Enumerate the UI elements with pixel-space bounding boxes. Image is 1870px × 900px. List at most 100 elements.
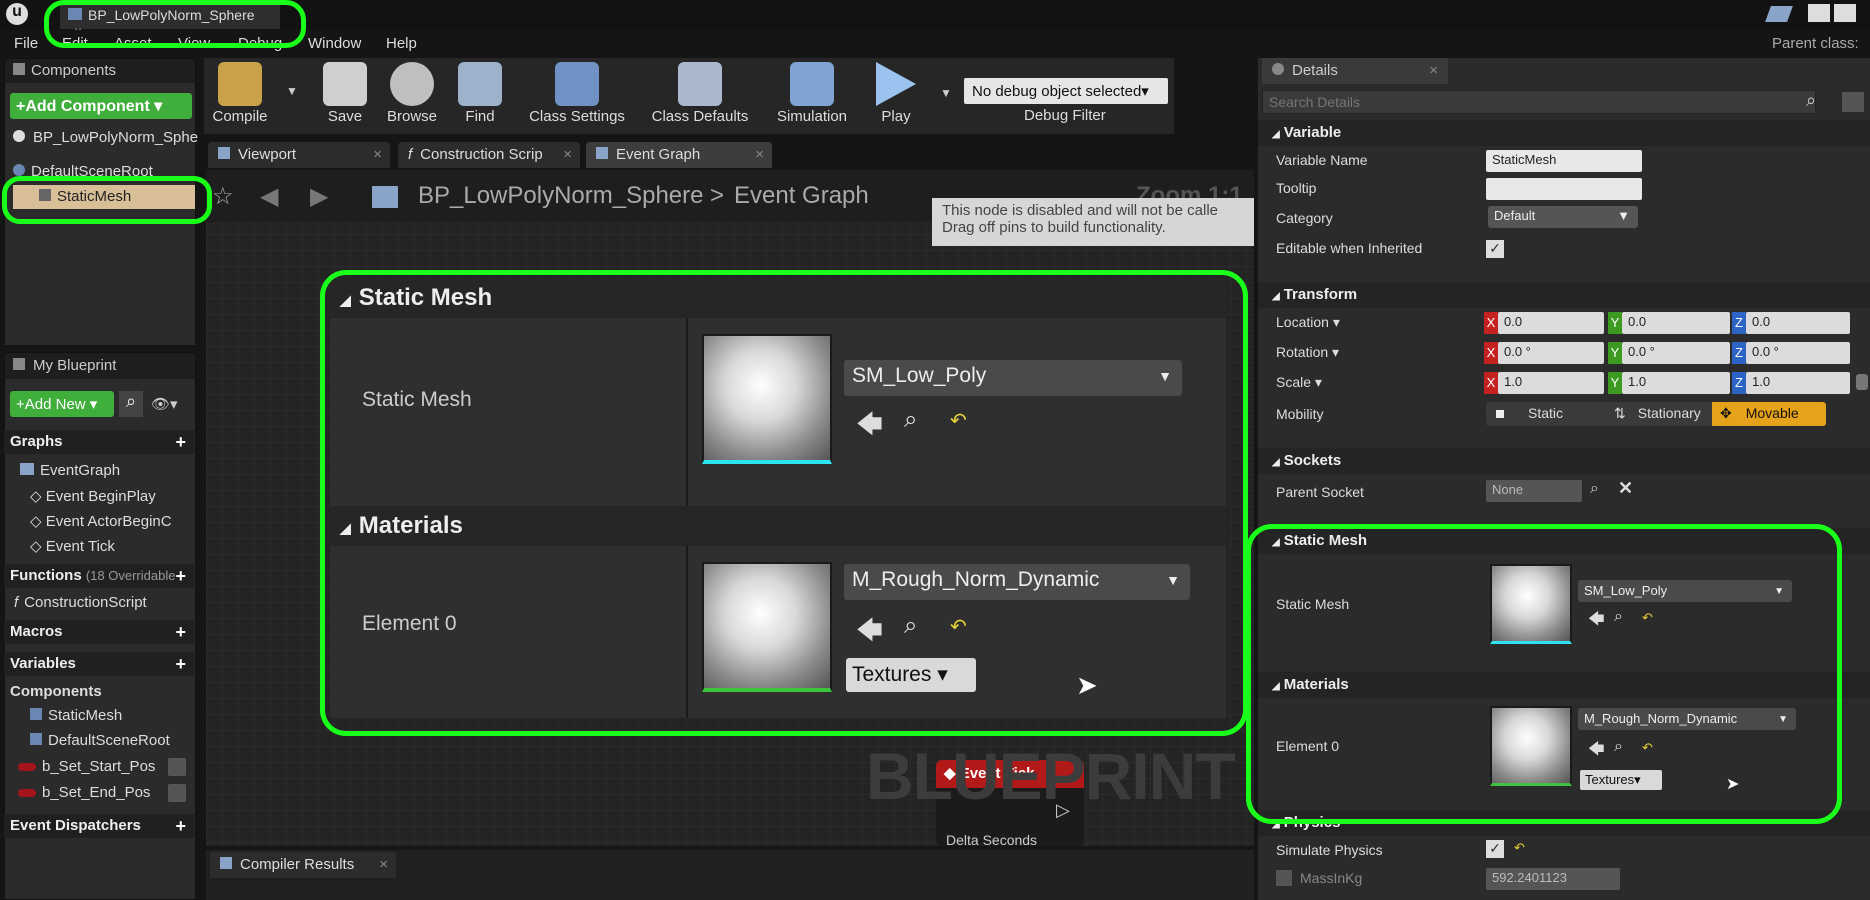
minimize-button[interactable] <box>1808 4 1830 22</box>
play-button[interactable]: Play <box>866 62 926 125</box>
variable-name-field[interactable]: StaticMesh <box>1486 150 1642 172</box>
event-graph-item[interactable]: EventGraph <box>20 462 120 479</box>
class-settings-button[interactable]: Class Settings <box>522 62 632 125</box>
var-default-scene-root[interactable]: DefaultSceneRoot <box>30 732 170 749</box>
location-z-field[interactable]: 0.0 <box>1746 312 1850 334</box>
compile-button[interactable]: Compile <box>210 62 270 125</box>
mass-field[interactable]: 592.2401123 <box>1486 868 1620 890</box>
view-options-icon[interactable] <box>1842 92 1864 112</box>
section-variables[interactable]: Variables + <box>4 652 194 676</box>
search-icon[interactable]: ⌕ <box>119 391 143 417</box>
details-section-transform[interactable]: ◢ Transform <box>1258 282 1870 308</box>
section-functions[interactable]: Functions (18 Overridable + <box>4 564 194 588</box>
reset-arrow-icon[interactable]: ↶ <box>1514 840 1525 856</box>
mobility-movable-button[interactable]: ✥ Movable <box>1712 402 1826 426</box>
event-actor-begin-item[interactable]: ◇ Event ActorBeginC <box>30 512 172 530</box>
breadcrumb-blueprint[interactable]: BP_LowPolyNorm_Sphere <box>418 182 703 210</box>
scale-label[interactable]: Scale ▾ <box>1276 374 1322 391</box>
compiler-results-label: Compiler Results <box>240 856 355 873</box>
details-section-variable[interactable]: ◢ Variable <box>1258 120 1870 146</box>
mobility-static-button[interactable]: Static <box>1486 402 1608 426</box>
debug-object-select[interactable]: No debug object selected▾ <box>964 78 1168 104</box>
eye-icon[interactable]: 👁▾ <box>151 395 178 413</box>
simulation-button[interactable]: Simulation <box>772 62 852 125</box>
hat-icon[interactable] <box>1765 6 1793 22</box>
add-macro-icon[interactable]: + <box>175 622 186 643</box>
event-tick-item[interactable]: ◇ Event Tick <box>30 537 115 555</box>
z-axis-icon: Z <box>1732 342 1746 364</box>
back-arrow-icon[interactable]: ◀ <box>260 182 278 211</box>
tab-viewport[interactable]: Viewport × <box>208 142 390 168</box>
add-dispatcher-icon[interactable]: + <box>175 816 186 837</box>
menu-help[interactable]: Help <box>386 35 417 52</box>
components-category[interactable]: Components <box>10 683 102 700</box>
scale-x-field[interactable]: 1.0 <box>1498 372 1604 394</box>
clear-icon[interactable]: ✕ <box>1618 478 1633 499</box>
browse-button[interactable]: Browse <box>382 62 442 125</box>
rotation-label[interactable]: Rotation ▾ <box>1276 344 1339 361</box>
add-variable-icon[interactable]: + <box>175 654 186 675</box>
class-settings-icon <box>555 62 599 106</box>
simulate-physics-checkbox[interactable]: ✓ <box>1486 840 1504 858</box>
section-graphs[interactable]: Graphs + <box>4 430 194 454</box>
components-tab[interactable]: Components <box>5 59 195 83</box>
rotation-x-field[interactable]: 0.0 ° <box>1498 342 1604 364</box>
save-button[interactable]: Save <box>315 62 375 125</box>
my-blueprint-tab[interactable]: My Blueprint <box>5 353 195 379</box>
mass-checkbox[interactable] <box>1276 870 1292 886</box>
tab-event-graph[interactable]: Event Graph × <box>586 142 772 168</box>
scale-z-field[interactable]: 1.0 <box>1746 372 1850 394</box>
scale-y-field[interactable]: 1.0 <box>1622 372 1730 394</box>
var-static-mesh[interactable]: StaticMesh <box>30 707 122 724</box>
compile-dropdown-icon[interactable]: ▼ <box>286 84 298 98</box>
section-event-dispatchers[interactable]: Event Dispatchers + <box>4 814 194 838</box>
details-section-sockets[interactable]: ◢ Sockets <box>1258 448 1870 474</box>
lock-icon[interactable] <box>1856 374 1868 390</box>
tooltip-field[interactable] <box>1486 178 1642 200</box>
add-new-button[interactable]: +Add New ▾ <box>10 391 114 417</box>
play-icon <box>876 62 916 106</box>
tab-construction-script[interactable]: f Construction Scrip × <box>398 142 580 168</box>
class-defaults-button[interactable]: Class Defaults <box>645 62 755 125</box>
tab-compiler-results[interactable]: Compiler Results × <box>210 852 396 878</box>
location-y-field[interactable]: 0.0 <box>1622 312 1730 334</box>
construction-script-item[interactable]: f ConstructionScript <box>14 594 147 611</box>
close-icon[interactable]: × <box>373 146 382 163</box>
var-b-set-end-pos[interactable]: b_Set_End_Pos <box>18 784 150 801</box>
rotation-y-field[interactable]: 0.0 ° <box>1622 342 1730 364</box>
visibility-toggle-icon[interactable] <box>168 784 186 802</box>
star-icon[interactable]: ☆ <box>212 182 234 211</box>
compile-icon <box>218 62 262 106</box>
close-icon[interactable]: × <box>755 146 764 163</box>
maximize-button[interactable] <box>1834 4 1856 22</box>
details-tab[interactable]: Details × <box>1262 58 1448 84</box>
search-icon[interactable]: ⌕ <box>1590 480 1599 498</box>
close-icon[interactable]: × <box>379 856 388 873</box>
section-macros[interactable]: Macros + <box>4 620 194 644</box>
menu-window[interactable]: Window <box>308 35 361 52</box>
details-search-input[interactable] <box>1262 90 1816 114</box>
static-icon <box>1496 410 1504 418</box>
forward-arrow-icon[interactable]: ▶ <box>310 182 328 211</box>
close-icon[interactable]: × <box>563 146 572 163</box>
component-root[interactable]: BP_LowPolyNorm_Sphe <box>13 129 198 146</box>
rotation-z-field[interactable]: 0.0 ° <box>1746 342 1850 364</box>
location-label[interactable]: Location ▾ <box>1276 314 1340 331</box>
close-icon[interactable]: × <box>1429 62 1438 79</box>
add-graph-icon[interactable]: + <box>175 432 186 453</box>
mobility-stationary-button[interactable]: ⇅ Stationary <box>1608 402 1712 426</box>
editable-checkbox[interactable]: ✓ <box>1486 240 1504 258</box>
event-begin-play-item[interactable]: ◇ Event BeginPlay <box>30 487 156 505</box>
play-dropdown-icon[interactable]: ▼ <box>940 86 952 100</box>
parent-socket-field[interactable]: None <box>1486 480 1582 502</box>
location-x-field[interactable]: 0.0 <box>1498 312 1604 334</box>
visibility-toggle-icon[interactable] <box>168 758 186 776</box>
search-icon[interactable]: ⌕ <box>1806 90 1816 111</box>
chevron-down-icon: ▼ <box>1617 208 1630 223</box>
add-function-icon[interactable]: + <box>175 566 186 587</box>
find-button[interactable]: Find <box>450 62 510 125</box>
category-dropdown[interactable]: Default ▼ <box>1488 206 1638 228</box>
menu-file[interactable]: File <box>14 35 38 52</box>
add-component-button[interactable]: +Add Component ▾ <box>10 93 192 119</box>
var-b-set-start-pos[interactable]: b_Set_Start_Pos <box>18 758 155 775</box>
